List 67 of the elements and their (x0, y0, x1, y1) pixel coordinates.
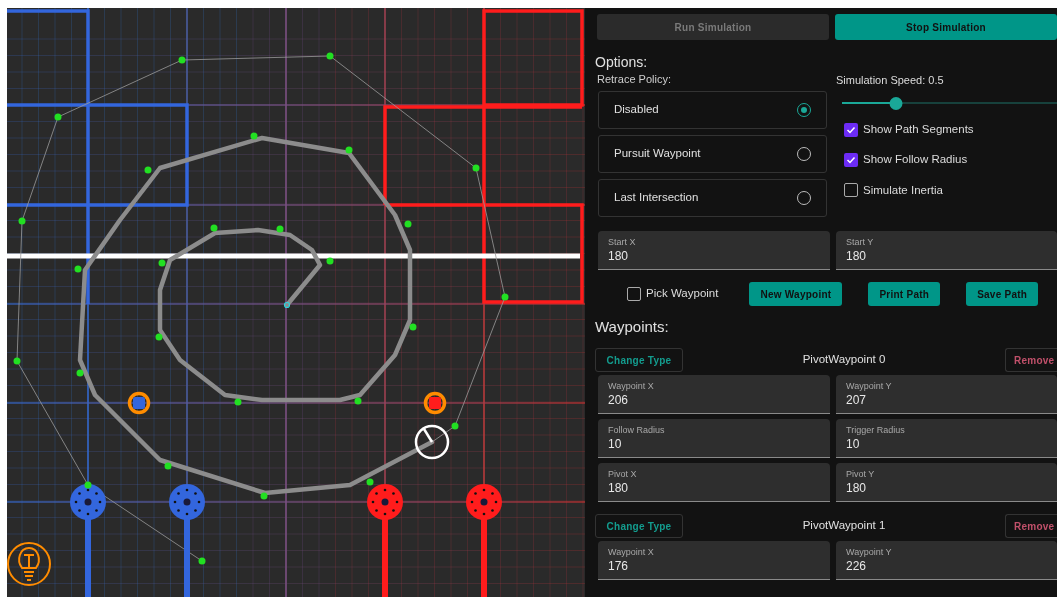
waypoint-dot[interactable] (501, 293, 509, 301)
number-field[interactable]: Waypoint X 176 (598, 541, 830, 580)
radio-option[interactable]: Disabled (598, 91, 827, 129)
waypoint-dot[interactable] (326, 52, 334, 60)
waypoint-dot[interactable] (54, 113, 62, 121)
retrace-label: Retrace Policy: (596, 72, 672, 86)
waypoint-dot[interactable] (76, 369, 84, 377)
waypoint-dot[interactable] (13, 357, 21, 365)
waypoint-dot[interactable] (472, 164, 480, 172)
waypoint-dot[interactable] (18, 217, 26, 225)
change-type-button[interactable]: Change Type (595, 348, 683, 372)
waypoint-dot[interactable] (326, 257, 334, 265)
simulation-button[interactable]: Stop Simulation (835, 14, 1057, 40)
radio-option[interactable]: Pursuit Waypoint (598, 135, 827, 173)
robot-follow-radius (414, 424, 450, 460)
number-field[interactable]: Waypoint Y 226 (836, 541, 1057, 580)
waypoint-dot[interactable] (144, 166, 152, 174)
checkbox[interactable]: Pick Waypoint (627, 285, 719, 303)
number-field[interactable]: Start Y 180 (836, 231, 1057, 270)
waypoint-dot[interactable] (158, 259, 166, 267)
waypoint-dot[interactable] (210, 224, 218, 232)
section-heading: Waypoints: (595, 318, 670, 336)
checkbox[interactable]: Simulate Inertia (844, 181, 1057, 199)
radio-option[interactable]: Last Intersection (598, 179, 827, 217)
target-marker (127, 391, 151, 415)
field-canvas[interactable] (7, 8, 585, 597)
number-field[interactable]: Pivot Y 180 (836, 463, 1057, 502)
target-marker (423, 391, 447, 415)
start-point (283, 301, 291, 309)
waypoint-dot[interactable] (276, 225, 284, 233)
action-button[interactable]: Save Path (966, 282, 1039, 306)
speed-slider[interactable] (842, 97, 1057, 109)
waypoint-dot[interactable] (404, 220, 412, 228)
waypoint-dot[interactable] (409, 323, 417, 331)
check-icon (846, 154, 856, 165)
checkbox[interactable]: Show Follow Radius (844, 151, 1057, 169)
number-field[interactable]: Follow Radius 10 (598, 419, 830, 458)
waypoint-dot[interactable] (155, 333, 163, 341)
waypoint-dot[interactable] (260, 492, 268, 500)
waypoint-dot[interactable] (354, 397, 362, 405)
lightbulb-icon[interactable] (7, 542, 51, 586)
number-field[interactable]: Start X 180 (598, 231, 830, 270)
waypoint-title: PivotWaypoint 0 (801, 352, 887, 368)
number-field[interactable]: Trigger Radius 10 (836, 419, 1057, 458)
number-field[interactable]: Pivot X 180 (598, 463, 830, 502)
remove-button[interactable]: Remove (1005, 514, 1057, 538)
waypoint-dot[interactable] (345, 146, 353, 154)
speed-label: Simulation Speed: 0.5 (836, 73, 945, 87)
waypoint-dot[interactable] (74, 265, 82, 273)
waypoint-dot[interactable] (84, 481, 92, 489)
remove-button[interactable]: Remove (1005, 348, 1057, 372)
waypoint-dot[interactable] (451, 422, 459, 430)
number-field[interactable]: Waypoint Y 207 (836, 375, 1057, 414)
waypoint-dot[interactable] (164, 462, 172, 470)
waypoint-dot[interactable] (234, 398, 242, 406)
action-button[interactable]: New Waypoint (749, 282, 843, 306)
checkbox[interactable]: Show Path Segments (844, 121, 1057, 139)
section-heading: Options: (595, 53, 649, 71)
change-type-button[interactable]: Change Type (595, 514, 683, 538)
waypoint-dot[interactable] (198, 557, 206, 565)
action-button[interactable]: Print Path (868, 282, 941, 306)
waypoint-dot[interactable] (178, 56, 186, 64)
waypoint-dot[interactable] (366, 478, 374, 486)
waypoint-title: PivotWaypoint 1 (801, 518, 887, 534)
number-field[interactable]: Waypoint X 206 (598, 375, 830, 414)
waypoint-dot[interactable] (250, 132, 258, 140)
check-icon (846, 124, 856, 135)
